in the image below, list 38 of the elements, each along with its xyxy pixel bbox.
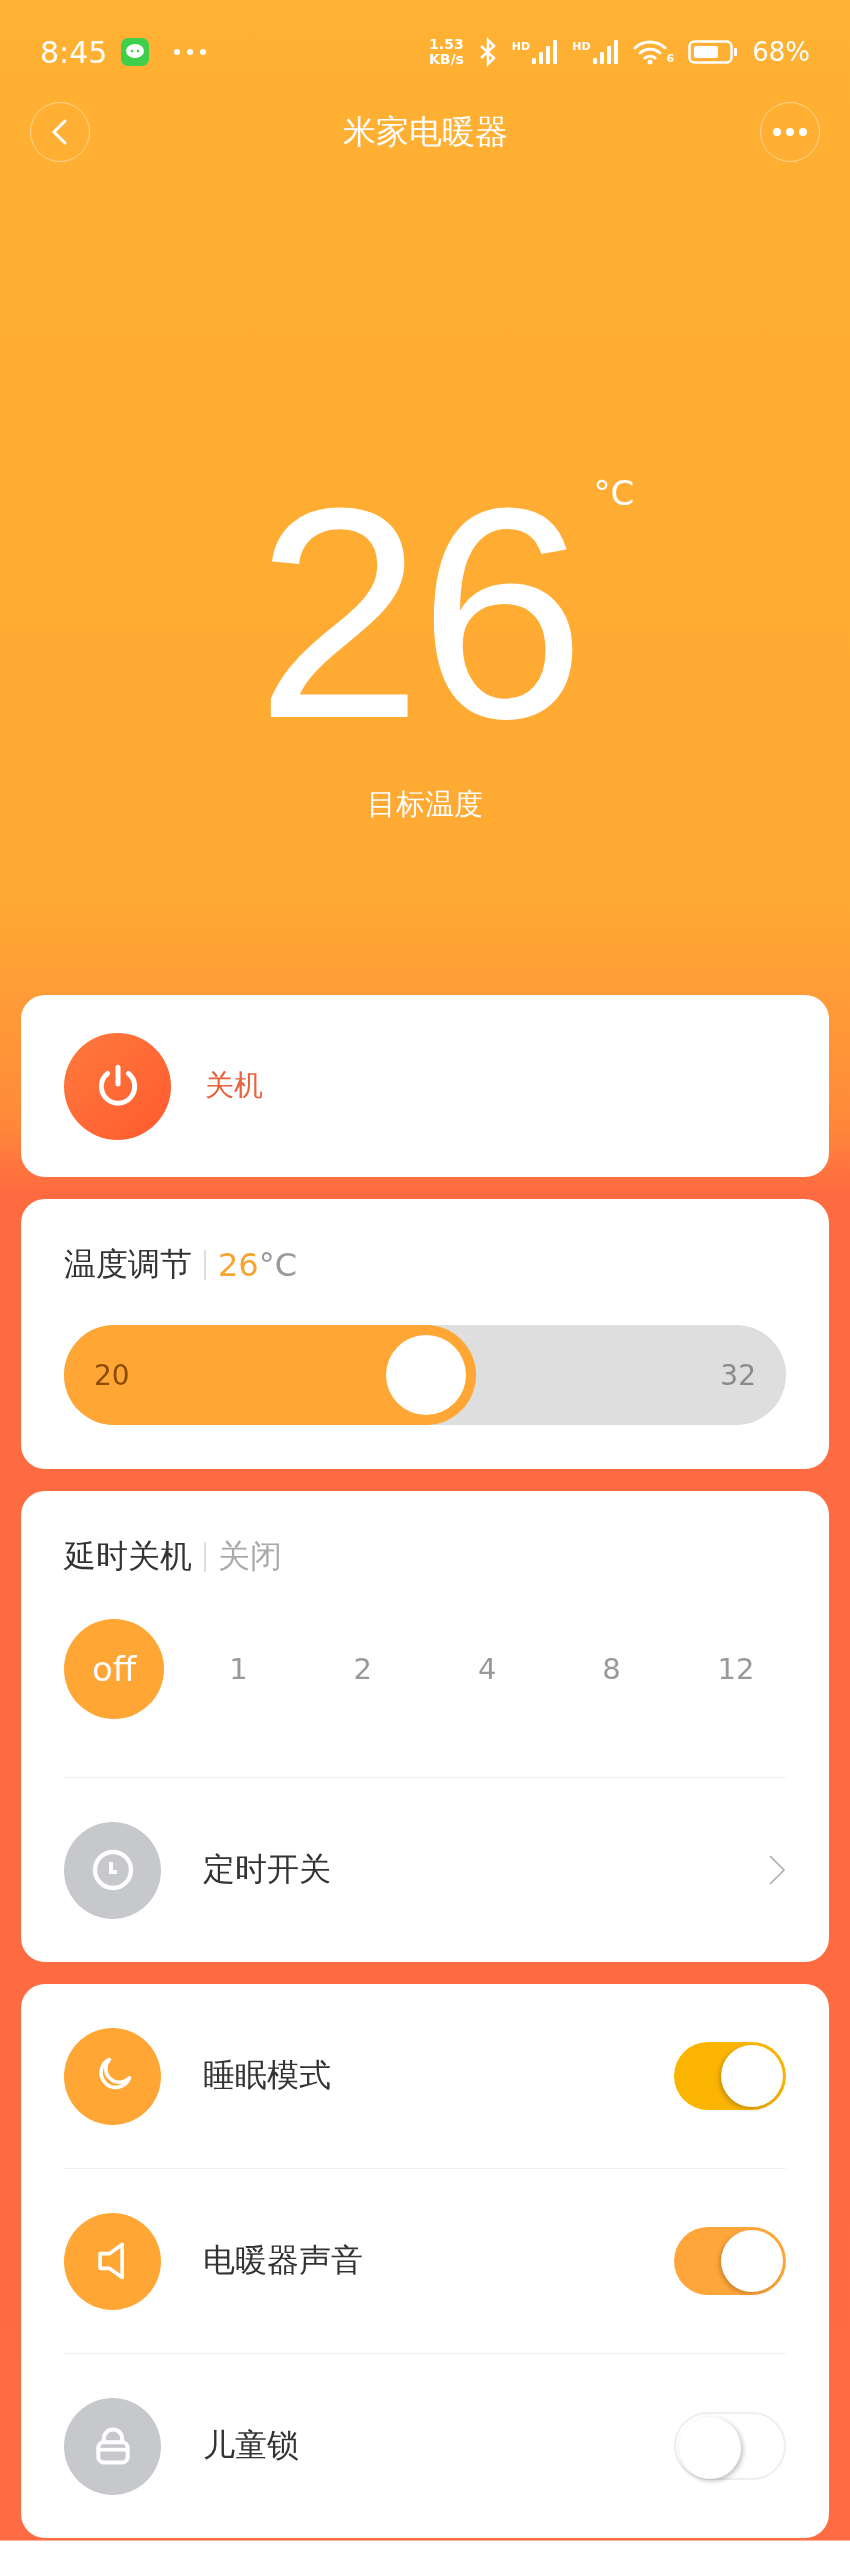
temperature-value: 26 [218,1246,259,1284]
target-temperature: 26 [255,463,582,763]
card-title: 延时关机 [64,1536,192,1577]
slider-max-label: 32 [720,1358,756,1392]
slider-min-label: 20 [94,1358,130,1392]
chevron-right-icon [768,1854,786,1886]
battery-percent: 68% [752,37,810,67]
temperature-slider[interactable]: 20 32 [64,1325,786,1425]
battery-icon [688,40,739,64]
signal-icon [532,40,559,64]
network-speed-value: 1.53 [429,37,464,52]
timer-status: 关闭 [218,1536,282,1577]
temperature-caption: 目标温度 [367,786,483,823]
more-notifications-icon [173,48,208,56]
temperature-unit: °C [593,473,635,513]
power-label: 关机 [205,1067,263,1104]
temperature-unit: °C [258,1246,298,1284]
more-icon [773,128,807,136]
chat-app-icon [121,38,150,66]
status-time: 8:45 [40,34,108,70]
timer-option[interactable]: off [64,1619,164,1719]
signal-label: HD [511,40,531,53]
timer-option[interactable]: 1 [188,1619,289,1719]
signal-icon [592,40,619,64]
timer-option[interactable]: 12 [685,1619,786,1719]
signal-label: HD [572,40,591,53]
wifi-icon [632,39,667,65]
network-speed-unit: KB/s [428,52,464,67]
timer-option[interactable]: 4 [437,1619,538,1719]
window-title: 米家电暖器 [342,110,508,153]
schedule-label[interactable]: 定时开关 [203,1848,726,1892]
wifi-band-label: 6 [666,52,675,65]
card-title: 温度调节 [64,1244,192,1285]
timer-option[interactable]: 8 [561,1619,662,1719]
setting-label: 睡眠模式 [203,2055,332,2096]
timer-option[interactable]: 2 [312,1619,413,1719]
setting-label: 儿童锁 [203,2425,300,2466]
setting-label: 电暖器声音 [203,2240,364,2281]
